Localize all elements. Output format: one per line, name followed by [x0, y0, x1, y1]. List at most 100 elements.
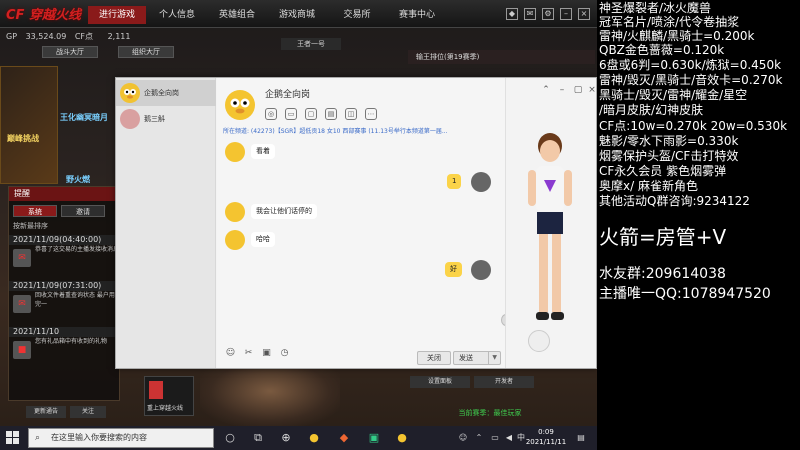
send-label: 发送: [459, 354, 473, 362]
message-bubble: 看着: [251, 144, 275, 159]
mail-icon: ✉: [13, 295, 31, 313]
chevron-down-icon[interactable]: ▼: [488, 352, 497, 364]
qq-chat-icon[interactable]: ●: [394, 430, 410, 446]
stream-overlay: 神圣爆裂者/冰火魔兽 冠军名片/喷涂/代令卷抽浆 雷神/火麒麟/黑骑士=0.20…: [597, 0, 800, 450]
mail-icon: ✉: [13, 249, 31, 267]
list-item[interactable]: ✉ 回收文件着重查询状态 最户用完一: [9, 291, 119, 323]
overlay-line: 奥摩x/ 麻雀新角色: [599, 179, 698, 193]
overlay-line: CF永久会员 紫色烟雾弹: [599, 164, 727, 178]
message-bubble: 我会让他们话停的: [251, 204, 317, 219]
pin-icon[interactable]: ⌃: [540, 84, 552, 96]
overlay-line: 其他活动Q群咨询:9234122: [599, 194, 750, 208]
emoji-icon[interactable]: ☺: [225, 348, 236, 359]
scissors-icon[interactable]: ✂: [243, 348, 254, 359]
message-bubble: 哈哈: [251, 232, 275, 247]
voice-icon[interactable]: ◎: [265, 108, 277, 120]
contact-item[interactable]: 鹅三斛: [116, 106, 216, 132]
sort-label[interactable]: 按新最排序: [13, 221, 119, 231]
fire-tile[interactable]: 重上穿越火线: [144, 376, 194, 416]
conversation-title: 企鹅全向岗: [265, 90, 311, 100]
settings-panel-button[interactable]: 设置面板: [410, 376, 470, 388]
overlay-group: 水友群:209614038: [599, 266, 726, 282]
nav-shop[interactable]: 游戏商城: [268, 6, 326, 24]
more-icon[interactable]: ⋯: [365, 108, 377, 120]
contact-item[interactable]: 企鹅全向岗: [116, 80, 216, 106]
tab-battle-hall[interactable]: 战斗大厅: [42, 46, 98, 58]
volume-icon[interactable]: ◀: [504, 433, 514, 443]
overlay-line: CF点:10w=0.270k 20w=0.530k: [599, 119, 788, 133]
nav-exchange[interactable]: 交易所: [328, 6, 386, 24]
windows-start-icon[interactable]: [6, 431, 20, 445]
flame-icon: [149, 381, 163, 399]
screen: CF 穿越火线 进行游戏 个人信息 英雄组合 游戏商城 交易所 赛事中心 ◆ ✉…: [0, 0, 800, 450]
notification-icon[interactable]: ▤: [576, 433, 586, 443]
clock[interactable]: 0:09 2021/11/11: [522, 427, 570, 447]
ranking-bar[interactable]: 输王排位(第19赛季): [408, 50, 595, 64]
nav-heroes[interactable]: 英雄组合: [208, 6, 266, 24]
list-item[interactable]: ■ 您有礼品箱中有收到的礼物: [9, 337, 119, 369]
game-app-icon[interactable]: ◆: [336, 430, 352, 446]
qq-chat-window: 企鹅全向岗 鹅三斛 企鹅全向岗 ◎ ▭ ▢ ▤ ◫ ⋯ 所在频道: (42273…: [115, 77, 597, 369]
overlay-highlight: 火箭=房管+V: [599, 225, 727, 249]
tab-system[interactable]: 系统: [13, 205, 57, 217]
message-date: 2021/11/10: [9, 327, 119, 337]
overlay-line: 神圣爆裂者/冰火魔兽: [599, 1, 712, 15]
game-logo: CF 穿越火线: [6, 8, 81, 23]
overlay-line: 魅影/零水下雨影=0.330k: [599, 134, 739, 148]
avatar[interactable]: [528, 330, 550, 352]
count-value: 2,111: [107, 32, 131, 41]
video-icon[interactable]: ▭: [285, 108, 297, 120]
follow-button[interactable]: 关注: [70, 406, 106, 418]
season-label: 当前赛季：最佳玩家: [458, 409, 522, 417]
overlay-line: 冠军名片/喷涂/代令卷抽浆: [599, 15, 740, 29]
search-placeholder: 在这里输入你要搜索的内容: [51, 433, 147, 442]
avatar[interactable]: [225, 142, 245, 162]
folder-icon[interactable]: ▤: [325, 108, 337, 120]
banner-text-3: 野火燃: [66, 175, 90, 184]
character-art: [200, 368, 340, 426]
network-icon[interactable]: ▭: [490, 433, 500, 443]
nav-events[interactable]: 赛事中心: [388, 6, 446, 24]
currency-row: GP 33,524.09 CF点 2,111: [6, 31, 136, 45]
app-icon[interactable]: ▣: [366, 430, 382, 446]
list-item[interactable]: ✉ 恭喜了这交易的主播发接收消息: [9, 245, 119, 277]
contact-list: 企鹅全向岗 鹅三斛: [116, 78, 216, 368]
chevron-up-icon[interactable]: ⌃: [474, 433, 484, 443]
event-banner[interactable]: 巅峰挑战: [0, 66, 58, 184]
minimize-icon[interactable]: –: [560, 8, 572, 20]
banner-text-2: 王化幽冥暗月: [60, 113, 108, 122]
tab-clan-hall[interactable]: 组织大厅: [118, 46, 174, 58]
people-icon[interactable]: ☺: [458, 433, 468, 443]
task-view-icon[interactable]: ⧉: [250, 430, 266, 446]
notification-panel: 提醒 系统 邀请 按新最排序 2021/11/09(04:40:00) ✉ 恭喜…: [8, 186, 120, 401]
search-input[interactable]: ⌕ 在这里输入你要搜索的内容: [28, 428, 214, 448]
tab-invite[interactable]: 邀请: [61, 205, 105, 217]
close-icon[interactable]: ×: [578, 8, 590, 20]
gear-icon[interactable]: ⚙: [542, 8, 554, 20]
mail-icon[interactable]: ✉: [524, 8, 536, 20]
notice-button[interactable]: 更新通告: [26, 406, 66, 418]
nav-profile[interactable]: 个人信息: [148, 6, 206, 24]
minimize-icon[interactable]: –: [556, 84, 568, 96]
avatar[interactable]: [471, 260, 491, 280]
maximize-icon[interactable]: ▢: [572, 84, 584, 96]
send-button[interactable]: 发送 ▼: [453, 351, 501, 365]
banner-text: 巅峰挑战: [7, 134, 39, 143]
browser-icon[interactable]: ⊕: [278, 430, 294, 446]
avatar[interactable]: [471, 172, 491, 192]
gp-value: 33,524.09: [25, 32, 67, 41]
developer-button[interactable]: 开发者: [474, 376, 534, 388]
nav-play[interactable]: 进行游戏: [88, 6, 146, 24]
screen-share-icon[interactable]: ▢: [305, 108, 317, 120]
qq-icon[interactable]: ●: [306, 430, 322, 446]
shield-icon[interactable]: ◆: [506, 8, 518, 20]
avatar[interactable]: [225, 90, 255, 120]
app-icon[interactable]: ◫: [345, 108, 357, 120]
image-icon[interactable]: ▣: [261, 348, 272, 359]
close-button[interactable]: 关闭: [417, 351, 451, 365]
history-icon[interactable]: ◷: [279, 348, 290, 359]
avatar[interactable]: [225, 202, 245, 222]
message-text: 您有礼品箱中有收到的礼物: [35, 338, 108, 345]
avatar[interactable]: [225, 230, 245, 250]
cortana-icon[interactable]: ○: [222, 430, 238, 446]
